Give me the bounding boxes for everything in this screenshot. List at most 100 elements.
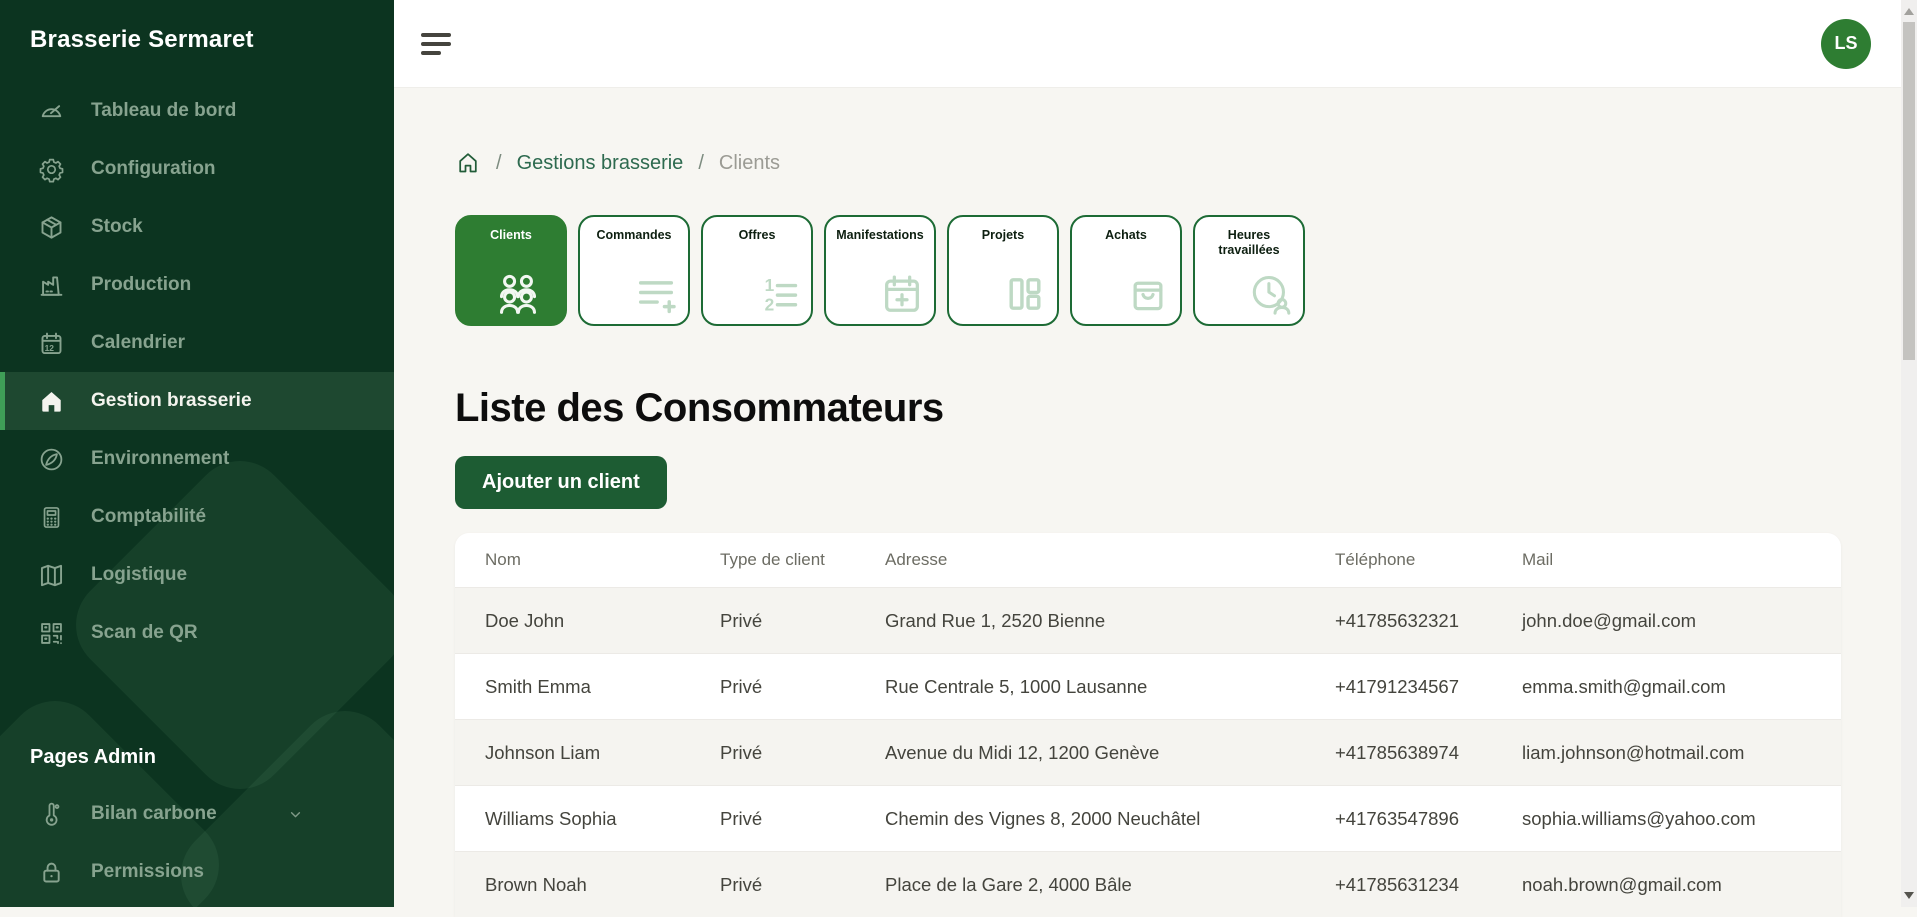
column-header-type-de-client: Type de client bbox=[720, 550, 885, 570]
scrollbar[interactable] bbox=[1901, 0, 1917, 907]
breadcrumb-separator: / bbox=[698, 152, 704, 175]
cell-type: Privé bbox=[720, 610, 885, 632]
tab-label: Heures travaillées bbox=[1195, 228, 1303, 258]
cell-telephone: +41791234567 bbox=[1335, 676, 1522, 698]
scroll-down-arrow-icon[interactable] bbox=[1904, 892, 1914, 899]
cell-type: Privé bbox=[720, 808, 885, 830]
tab-label: Offres bbox=[703, 228, 811, 243]
tab-heures-travaillees[interactable]: Heures travaillées bbox=[1193, 215, 1305, 326]
sidebar-item-logistique[interactable]: Logistique bbox=[0, 546, 394, 604]
cell-mail: liam.johnson@hotmail.com bbox=[1522, 742, 1841, 764]
sidebar-item-configuration[interactable]: Configuration bbox=[0, 140, 394, 198]
column-header-mail: Mail bbox=[1522, 550, 1841, 570]
table-row[interactable]: Doe JohnPrivéGrand Rue 1, 2520 Bienne+41… bbox=[455, 587, 1841, 653]
svg-text:1: 1 bbox=[765, 275, 775, 295]
table-row[interactable]: Johnson LiamPrivéAvenue du Midi 12, 1200… bbox=[455, 719, 1841, 785]
home-outline-icon[interactable] bbox=[455, 150, 481, 176]
add-client-button[interactable]: Ajouter un client bbox=[455, 456, 667, 509]
breadcrumb-item-clients: Clients bbox=[719, 152, 780, 175]
sidebar-item-gestion-brasserie[interactable]: Gestion brasserie bbox=[0, 372, 394, 430]
cell-type: Privé bbox=[720, 676, 885, 698]
map-icon bbox=[38, 562, 65, 589]
tab-label: Commandes bbox=[580, 228, 688, 243]
tab-manifestations[interactable]: Manifestations bbox=[824, 215, 936, 326]
chevron-down-icon bbox=[287, 806, 304, 823]
topbar: LS bbox=[394, 0, 1917, 88]
avatar[interactable]: LS bbox=[1821, 19, 1871, 69]
column-header-telephone: Téléphone bbox=[1335, 550, 1522, 570]
page-title: Liste des Consommateurs bbox=[455, 386, 1901, 430]
cell-telephone: +41785631234 bbox=[1335, 874, 1522, 896]
tab-clients[interactable]: Clients bbox=[455, 215, 567, 326]
cell-mail: emma.smith@gmail.com bbox=[1522, 676, 1841, 698]
tab-offres[interactable]: Offres 12 bbox=[701, 215, 813, 326]
table-row[interactable]: Williams SophiaPrivéChemin des Vignes 8,… bbox=[455, 785, 1841, 851]
hamburger-bar bbox=[421, 33, 451, 37]
cell-nom: Doe John bbox=[485, 610, 720, 632]
cell-nom: Williams Sophia bbox=[485, 808, 720, 830]
calculator-icon bbox=[38, 504, 65, 531]
svg-text:12: 12 bbox=[45, 342, 55, 352]
tab-label: Clients bbox=[457, 228, 565, 243]
sidebar-item-label: Environnement bbox=[91, 448, 229, 470]
list-numbered-icon: 12 bbox=[756, 271, 802, 317]
scroll-up-arrow-icon[interactable] bbox=[1904, 8, 1914, 15]
sidebar-item-stock[interactable]: Stock bbox=[0, 198, 394, 256]
sidebar-item-label: Scan de QR bbox=[91, 622, 198, 644]
bag-icon bbox=[1125, 271, 1171, 317]
sidebar-item-label: Tableau de bord bbox=[91, 100, 236, 122]
sidebar-item-scan-de-qr[interactable]: Scan de QR bbox=[0, 604, 394, 662]
cell-telephone: +41785638974 bbox=[1335, 742, 1522, 764]
factory-icon bbox=[38, 272, 65, 299]
cell-nom: Brown Noah bbox=[485, 874, 720, 896]
tab-commandes[interactable]: Commandes bbox=[578, 215, 690, 326]
sidebar-item-label: Comptabilité bbox=[91, 506, 206, 528]
tab-cards: Clients Commandes Offres 12 Manifestations Pr… bbox=[455, 215, 1901, 326]
breadcrumb-separator: / bbox=[496, 152, 502, 175]
thermometer-icon bbox=[38, 801, 65, 828]
sidebar-item-calendrier[interactable]: 12Calendrier bbox=[0, 314, 394, 372]
scrollbar-thumb[interactable] bbox=[1903, 22, 1915, 360]
tab-achats[interactable]: Achats bbox=[1070, 215, 1182, 326]
sidebar-item-production[interactable]: Production bbox=[0, 256, 394, 314]
qr-icon bbox=[38, 620, 65, 647]
cell-nom: Johnson Liam bbox=[485, 742, 720, 764]
tab-projets[interactable]: Projets bbox=[947, 215, 1059, 326]
breadcrumb: / Gestions brasserie / Clients bbox=[455, 150, 1901, 176]
clock-user-icon bbox=[1248, 271, 1294, 317]
table-row[interactable]: Smith EmmaPrivéRue Centrale 5, 1000 Laus… bbox=[455, 653, 1841, 719]
table-body: Doe JohnPrivéGrand Rue 1, 2520 Bienne+41… bbox=[455, 587, 1841, 917]
sidebar-item-permissions[interactable]: Permissions bbox=[0, 843, 394, 901]
cell-type: Privé bbox=[720, 874, 885, 896]
hamburger-bar bbox=[421, 51, 441, 55]
gauge-icon bbox=[38, 98, 65, 125]
calendar-plus-icon bbox=[879, 271, 925, 317]
sidebar-item-comptabilite[interactable]: Comptabilité bbox=[0, 488, 394, 546]
sidebar: Brasserie Sermaret Tableau de bordConfig… bbox=[0, 0, 394, 907]
sidebar-item-environnement[interactable]: Environnement bbox=[0, 430, 394, 488]
list-plus-icon bbox=[633, 271, 679, 317]
cell-telephone: +41763547896 bbox=[1335, 808, 1522, 830]
table-header-row: NomType de clientAdresseTéléphoneMail bbox=[455, 533, 1841, 587]
sidebar-item-label: Logistique bbox=[91, 564, 187, 586]
cell-adresse: Rue Centrale 5, 1000 Lausanne bbox=[885, 676, 1335, 698]
gear-icon bbox=[38, 156, 65, 183]
cell-adresse: Chemin des Vignes 8, 2000 Neuchâtel bbox=[885, 808, 1335, 830]
sidebar-item-label: Bilan carbone bbox=[91, 803, 217, 825]
table-row[interactable]: Brown NoahPrivéPlace de la Gare 2, 4000 … bbox=[455, 851, 1841, 917]
sidebar-item-bilan-carbone[interactable]: Bilan carbone bbox=[0, 785, 394, 843]
sidebar-nav: Tableau de bord Configuration Stock Product… bbox=[0, 82, 394, 662]
tab-label: Manifestations bbox=[826, 228, 934, 243]
leaf-icon bbox=[38, 446, 65, 473]
column-header-adresse: Adresse bbox=[885, 550, 1335, 570]
breadcrumb-item-gestions-brasserie[interactable]: Gestions brasserie bbox=[517, 152, 684, 175]
cell-type: Privé bbox=[720, 742, 885, 764]
sidebar-item-tableau-de-bord[interactable]: Tableau de bord bbox=[0, 82, 394, 140]
tab-label: Achats bbox=[1072, 228, 1180, 243]
main-content: / Gestions brasserie / Clients Clients Comma… bbox=[394, 88, 1901, 907]
sidebar-item-label: Stock bbox=[91, 216, 143, 238]
sidebar-admin-nav: Bilan carbone Permissions bbox=[0, 785, 394, 901]
menu-toggle-icon[interactable] bbox=[421, 33, 451, 55]
cell-mail: john.doe@gmail.com bbox=[1522, 610, 1841, 632]
sidebar-item-label: Configuration bbox=[91, 158, 216, 180]
